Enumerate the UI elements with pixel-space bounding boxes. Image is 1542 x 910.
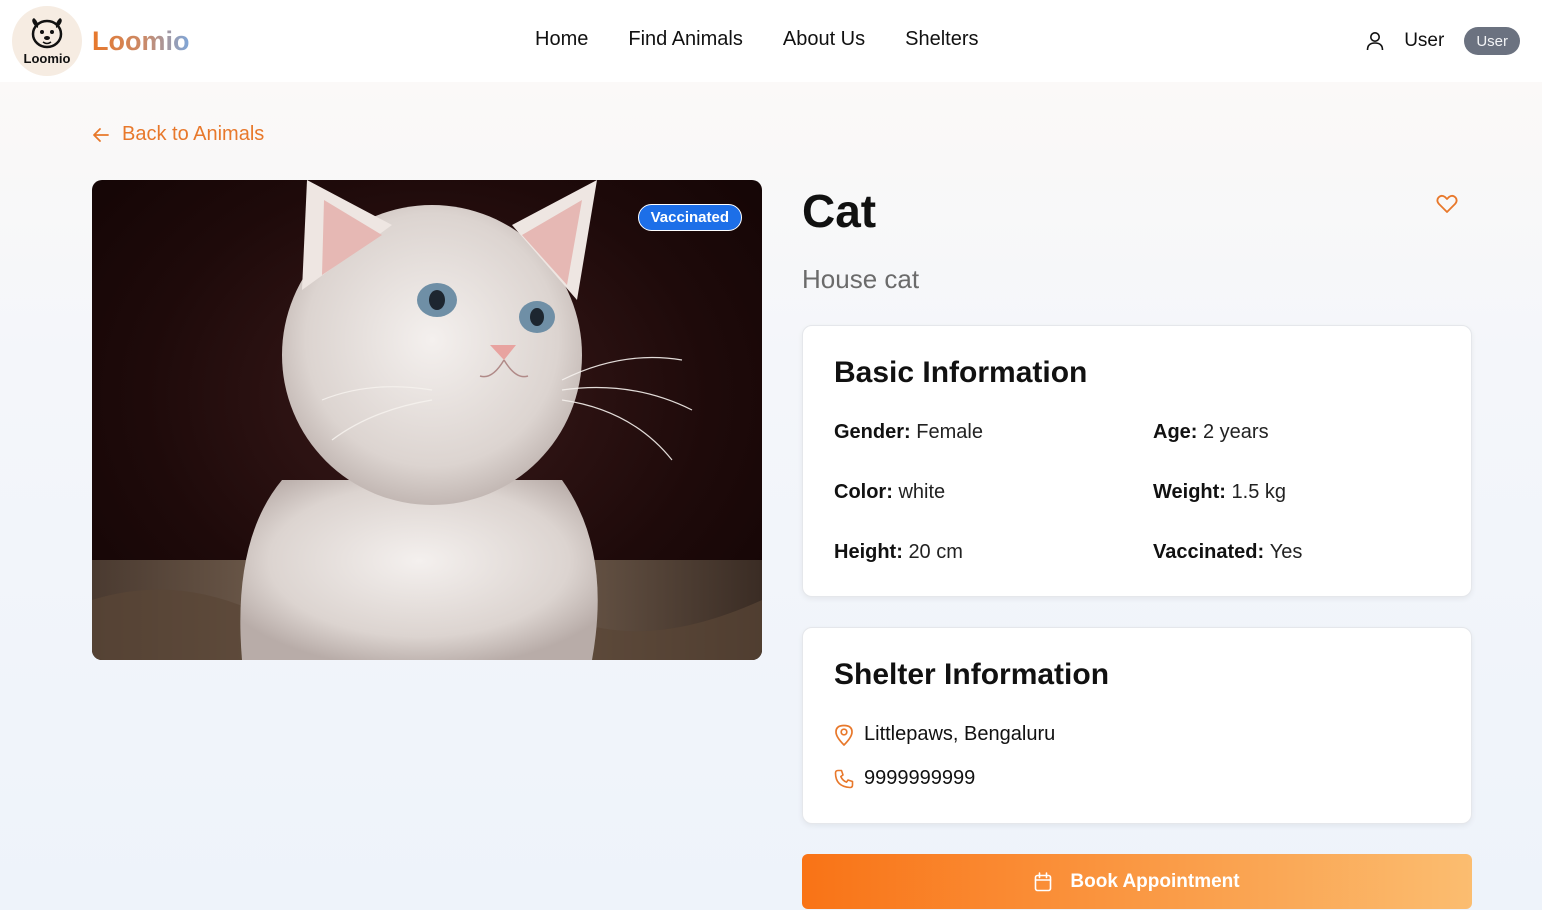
- animal-breed: House cat: [802, 264, 920, 294]
- animal-name: Cat: [802, 185, 877, 237]
- shelter-info-heading: Shelter Information: [834, 658, 1110, 691]
- user-name: User: [1404, 30, 1445, 51]
- location-text: Littlepaws, Bengaluru: [864, 723, 1056, 745]
- user-menu[interactable]: User User: [1366, 27, 1520, 55]
- info-value: 2 years: [1203, 421, 1269, 443]
- logo-text: Loomio: [23, 51, 71, 66]
- back-label: Back to Animals: [122, 123, 265, 145]
- nav-home[interactable]: Home: [535, 28, 588, 51]
- info-vaccinated: Vaccinated: Yes: [1153, 541, 1302, 564]
- arrow-left-icon: [93, 127, 109, 142]
- nav-find-animals[interactable]: Find Animals: [628, 28, 743, 51]
- shelter-info-card: Shelter Information Littlepaws, Bengalur…: [802, 627, 1472, 824]
- info-label: Color:: [834, 481, 899, 503]
- nav-shelters[interactable]: Shelters: [905, 28, 978, 51]
- info-value: 1.5 kg: [1231, 481, 1286, 503]
- main-nav: Home Find Animals About Us Shelters: [535, 28, 979, 51]
- kitten-image: [92, 180, 762, 660]
- calendar-icon: [1035, 871, 1052, 891]
- basic-info-heading: Basic Information: [834, 356, 1088, 389]
- brand-name: Loomio: [92, 25, 190, 56]
- info-weight: Weight: 1.5 kg: [1153, 481, 1286, 504]
- info-age: Age: 2 years: [1153, 421, 1269, 444]
- basic-info-card: Basic Information Gender: Female Age: 2 …: [802, 325, 1472, 597]
- back-to-animals-link[interactable]: Back to Animals: [92, 123, 264, 146]
- info-color: Color: white: [834, 481, 945, 504]
- info-label: Weight:: [1153, 481, 1232, 503]
- favorite-button[interactable]: [1436, 194, 1458, 217]
- heart-icon: [1436, 194, 1458, 213]
- info-label: Vaccinated:: [1153, 541, 1270, 563]
- navbar: Loomio Loomio Home Find Animals About Us…: [0, 0, 1542, 82]
- shelter-location: Littlepaws, Bengaluru: [834, 723, 1055, 746]
- info-value: Female: [916, 421, 983, 443]
- info-label: Gender:: [834, 421, 917, 443]
- vaccinated-badge: Vaccinated: [637, 204, 742, 231]
- map-pin-icon: [835, 724, 853, 746]
- info-value: Yes: [1269, 541, 1303, 563]
- info-value: white: [898, 481, 946, 503]
- phone-icon: [834, 769, 854, 788]
- role-badge: User: [1464, 27, 1520, 55]
- phone-text: 9999999999: [864, 767, 976, 789]
- info-label: Age:: [1153, 421, 1203, 443]
- info-value: 20 cm: [908, 541, 963, 563]
- info-label: Height:: [834, 541, 909, 563]
- nav-about-us[interactable]: About Us: [783, 28, 865, 51]
- shelter-phone[interactable]: 9999999999: [834, 767, 975, 790]
- info-gender: Gender: Female: [834, 421, 983, 444]
- logo[interactable]: Loomio Loomio: [12, 6, 189, 76]
- book-appointment-button[interactable]: Book Appointment: [802, 854, 1472, 909]
- dog-logo-icon: Loomio: [12, 6, 82, 76]
- book-label: Book Appointment: [1070, 870, 1240, 892]
- animal-photo: Vaccinated: [92, 180, 762, 660]
- user-icon: [1366, 32, 1384, 51]
- info-height: Height: 20 cm: [834, 541, 963, 564]
